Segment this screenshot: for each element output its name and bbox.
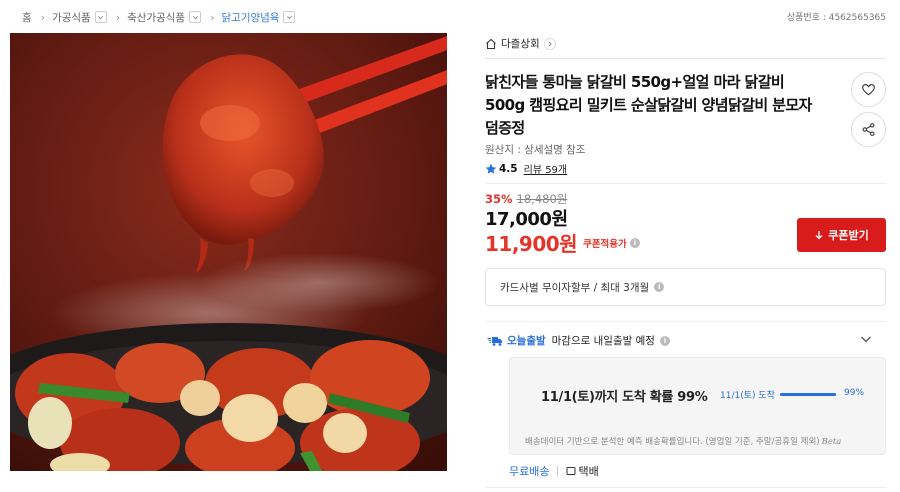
product-number: 상품번호 : 4562565365	[786, 13, 886, 23]
dakgalbi-photo	[10, 33, 447, 471]
chevron-down-icon[interactable]	[94, 11, 107, 23]
origin-text: 원산지 : 상세설명 참조	[485, 144, 586, 156]
installment-text: 카드사별 무이자할부 / 최대 3개월	[500, 281, 650, 294]
delivery-estimate-box: 11/1(토)까지 도착 확률 99% 11/1(토) 도착 99% 배송데이터…	[509, 357, 886, 455]
free-shipping-label: 무료배송	[509, 465, 550, 478]
coupon-download-button[interactable]: 쿠폰받기	[797, 218, 886, 252]
info-icon[interactable]: i	[659, 335, 670, 346]
delivery-probability-bar	[780, 393, 837, 396]
review-count-link[interactable]: 리뷰 59개	[524, 161, 568, 176]
heart-icon	[862, 83, 875, 96]
divider	[485, 58, 886, 59]
breadcrumb-home-label[interactable]: 홈	[22, 10, 32, 25]
shipping-options: 무료배송 택배	[509, 463, 599, 479]
coupon-download-label: 쿠폰받기	[828, 229, 869, 242]
breadcrumb: 홈 › 가공식품 › 축산가공식품 › 닭고기양념육	[22, 8, 296, 26]
today-shipping-label: 오늘출발	[507, 335, 546, 347]
chevron-down-icon[interactable]	[860, 333, 872, 345]
coupon-applied-label: 쿠폰적용가	[583, 238, 627, 250]
star-icon	[485, 163, 497, 174]
breadcrumb-category-1[interactable]: 가공식품	[52, 10, 107, 25]
share-button[interactable]	[851, 112, 886, 147]
product-image[interactable]	[10, 33, 447, 471]
coupon-price-row: 11,900원 쿠폰적용가 i	[485, 228, 640, 257]
breadcrumb-home[interactable]: 홈	[22, 10, 32, 25]
parcel-label: 택배	[578, 465, 599, 478]
chevron-down-icon[interactable]	[283, 11, 296, 23]
breadcrumb-category-3-label[interactable]: 닭고기양념육	[222, 10, 280, 25]
info-icon[interactable]: i	[654, 282, 665, 292]
breadcrumb-category-2[interactable]: 축산가공식품	[127, 10, 202, 25]
beta-label: Beta	[821, 437, 842, 447]
info-icon[interactable]: i	[629, 237, 640, 248]
shipping-row: 오늘출발 마감으로 내일출발 예정 i	[487, 333, 670, 348]
product-title: 닭친자들 통마늘 닭갈비 550g+얼얼 마라 닭갈비 500g 캠핑요리 밀키…	[485, 73, 812, 137]
delivery-probability-fill	[780, 393, 837, 396]
rating-value: 4.5	[499, 162, 518, 175]
store-link[interactable]: 다즐상회	[485, 36, 556, 51]
delivery-estimate-main: 11/1(토)까지 도착 확률 99%	[541, 390, 708, 405]
delivery-estimate-date: 11/1(토) 도착	[720, 391, 775, 401]
breadcrumb-separator-icon: ›	[210, 10, 215, 24]
wishlist-button[interactable]	[851, 72, 886, 107]
delivery-estimate-note: 배송데이터 기반으로 분석한 예측 배송확률입니다. (영업일 기준, 주말/공…	[525, 435, 841, 447]
breadcrumb-category-1-label[interactable]: 가공식품	[52, 10, 91, 25]
delivery-estimate-note-text: 배송데이터 기반으로 분석한 예측 배송확률입니다. (영업일 기준, 주말/공…	[525, 437, 820, 447]
breadcrumb-category-3[interactable]: 닭고기양념육	[222, 10, 296, 25]
share-icon	[862, 123, 875, 136]
store-name[interactable]: 다즐상회	[501, 36, 540, 51]
download-arrow-icon	[815, 231, 823, 240]
divider	[485, 487, 886, 488]
chevron-down-icon[interactable]	[189, 11, 202, 23]
store-icon	[486, 38, 496, 49]
breadcrumb-separator-icon: ›	[115, 10, 121, 24]
delivery-probability-value: 99%	[844, 388, 865, 398]
divider	[557, 465, 559, 477]
parcel-option: 택배	[566, 463, 599, 479]
installment-info[interactable]: 카드사별 무이자할부 / 최대 3개월 i	[485, 268, 886, 306]
breadcrumb-category-2-label[interactable]: 축산가공식품	[127, 10, 185, 25]
coupon-price: 11,900원	[485, 232, 578, 256]
chevron-right-icon[interactable]	[543, 37, 556, 50]
divider	[485, 183, 886, 184]
divider	[485, 321, 886, 322]
rating: 4.5 리뷰 59개	[485, 161, 567, 176]
discount-rate: 35%	[485, 192, 513, 206]
parcel-box-icon	[566, 467, 576, 475]
shipping-message: 마감으로 내일출발 예정	[551, 335, 655, 347]
breadcrumb-separator-icon: ›	[40, 10, 46, 24]
fast-truck-icon	[487, 336, 502, 346]
